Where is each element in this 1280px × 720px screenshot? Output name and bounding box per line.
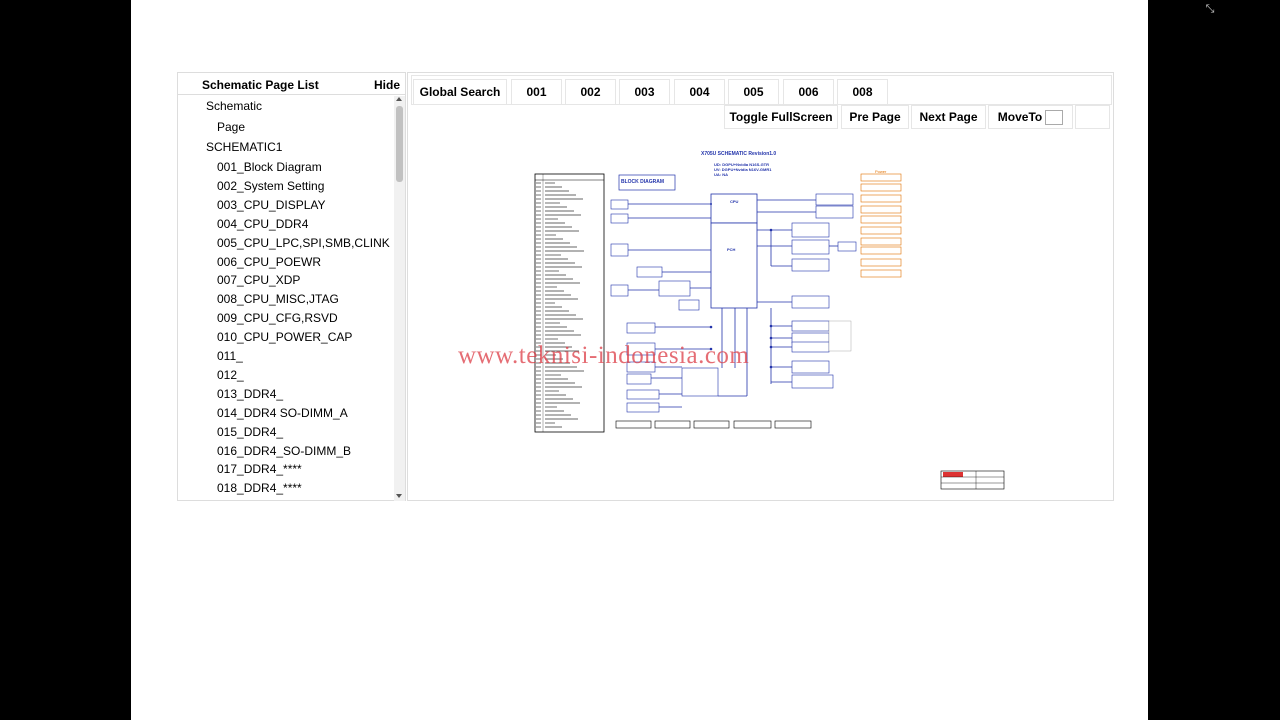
global-search-button[interactable]: Global Search: [413, 79, 507, 105]
move-to-label: MoveTo: [997, 110, 1043, 124]
page-list-item[interactable]: 008_CPU_MISC,JTAG: [217, 292, 339, 306]
move-to-go-button[interactable]: [1075, 105, 1110, 129]
scroll-thumb[interactable]: [396, 106, 403, 182]
page-list-item[interactable]: 009_CPU_CFG,RSVD: [217, 311, 338, 325]
page-list-item[interactable]: 011_: [217, 349, 243, 363]
page-list-item[interactable]: 001_Block Diagram: [217, 160, 322, 174]
page-tab-001[interactable]: 001: [511, 79, 562, 105]
page-tab-002[interactable]: 002: [565, 79, 616, 105]
page-tree: Schematic Page SCHEMATIC1 001_Block Diagram…: [178, 96, 395, 501]
page-list-item[interactable]: Schematic: [206, 99, 262, 113]
page-list-item[interactable]: SCHEMATIC1: [206, 140, 282, 154]
page-list-item[interactable]: 007_CPU_XDP: [217, 273, 300, 287]
page-list-item[interactable]: 016_DDR4_SO-DIMM_B: [217, 444, 351, 458]
pre-page-button[interactable]: Pre Page: [841, 105, 909, 129]
page-list-item[interactable]: 015_DDR4_: [217, 425, 283, 439]
schematic-viewer-panel: Global Search 001 002 003 004 005 006 00…: [407, 72, 1114, 501]
page-list-item[interactable]: 002_System Setting: [217, 179, 324, 193]
page-list-item[interactable]: 006_CPU_POEWR: [217, 255, 321, 269]
page-list-item[interactable]: 017_DDR4_****: [217, 462, 302, 476]
page-list-item[interactable]: 012_: [217, 368, 244, 382]
scroll-down-arrow-icon[interactable]: [396, 494, 402, 498]
page-tab-005[interactable]: 005: [728, 79, 779, 105]
exit-fullscreen-icon[interactable]: ⤡: [1203, 3, 1217, 15]
move-to-page-input[interactable]: [1045, 109, 1064, 125]
page-tab-008[interactable]: 008: [837, 79, 888, 105]
page-list-title: Schematic Page List: [202, 78, 319, 92]
hide-button[interactable]: Hide: [374, 78, 400, 92]
page-list-scrollbar[interactable]: [394, 96, 405, 501]
navigation-toolbar: Toggle FullScreen Pre Page Next Page Mov…: [724, 105, 1111, 129]
page-list-item[interactable]: 018_DDR4_****: [217, 481, 302, 495]
scroll-up-arrow-icon[interactable]: [396, 97, 402, 101]
top-toolbar: Global Search 001 002 003 004 005 006 00…: [411, 75, 1112, 105]
page-list-header: Schematic Page List Hide: [178, 73, 405, 95]
move-to-control[interactable]: MoveTo: [988, 105, 1073, 129]
page-list-item[interactable]: Page: [217, 120, 245, 134]
page-tab-006[interactable]: 006: [783, 79, 834, 105]
toggle-fullscreen-button[interactable]: Toggle FullScreen: [724, 105, 838, 129]
page-tab-004[interactable]: 004: [674, 79, 725, 105]
page-list-item[interactable]: 013_DDR4_: [217, 387, 283, 401]
page-list-item[interactable]: 005_CPU_LPC,SPI,SMB,CLINK: [217, 236, 390, 250]
page-list-item[interactable]: 003_CPU_DISPLAY: [217, 198, 326, 212]
page-tab-003[interactable]: 003: [619, 79, 670, 105]
page-list-item[interactable]: 004_CPU_DDR4: [217, 217, 308, 231]
page-list-item[interactable]: 014_DDR4 SO-DIMM_A: [217, 406, 348, 420]
viewer-page: Schematic Page List Hide Schematic Page SC…: [131, 0, 1148, 720]
next-page-button[interactable]: Next Page: [911, 105, 986, 129]
page-list-item[interactable]: 010_CPU_POWER_CAP: [217, 330, 352, 344]
schematic-page-list-panel: Schematic Page List Hide Schematic Page SC…: [177, 72, 406, 501]
